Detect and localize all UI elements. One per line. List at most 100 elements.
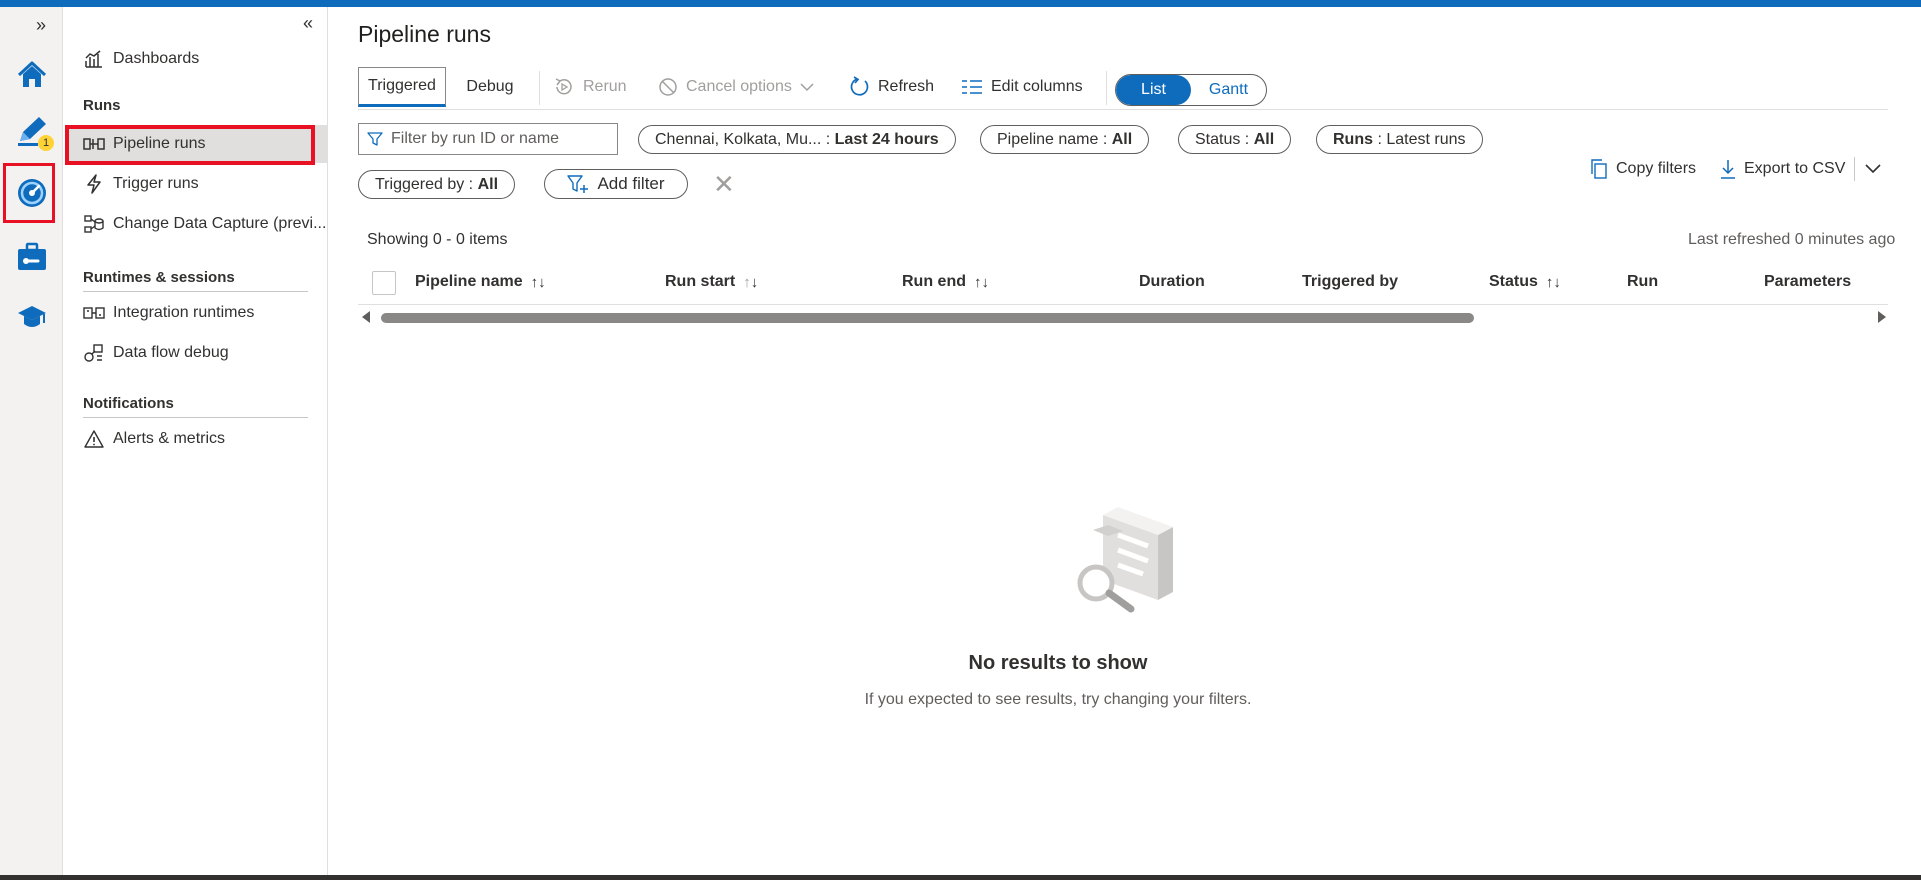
column-header-label: Run end [902,273,966,290]
nav-item-integration-runtimes[interactable]: Integration runtimes [83,296,254,330]
column-header-run-start[interactable]: Run start ↑↓ [665,273,758,291]
rerun-label: Rerun [583,78,627,95]
cancel-options-label: Cancel options [686,78,792,95]
rail-home-button[interactable] [8,51,56,99]
chevron-down-icon [800,83,814,92]
cancel-circle-icon [659,78,677,96]
toolbar-separator [1106,71,1107,105]
select-all-checkbox[interactable] [372,271,396,295]
refresh-button[interactable]: Refresh [848,69,934,105]
warning-triangle-icon [83,430,105,448]
column-header-label: Run start [665,273,736,290]
rerun-icon [555,78,572,95]
nav-divider [83,417,308,418]
bottom-bar [0,875,1921,880]
toolbar-divider [358,109,1888,110]
more-actions-chevron-down-icon[interactable] [1865,161,1881,179]
no-results-illustration-icon [1077,507,1173,613]
view-toggle: List Gantt [1115,74,1267,106]
nav-item-trigger-runs[interactable]: Trigger runs [83,167,199,201]
main-content: Pipeline runs Triggered Debug Rerun Canc… [328,7,1921,875]
column-header-status[interactable]: Status ↑↓ [1489,273,1561,291]
horizontal-scrollbar-thumb[interactable] [381,313,1474,323]
tab-debug[interactable]: Debug [450,67,530,107]
integration-runtime-icon [83,305,105,321]
copy-filters-label: Copy filters [1616,160,1697,177]
nav-item-label: Change Data Capture (previ... [113,215,327,232]
column-header-parameters[interactable]: Parameters [1764,273,1851,291]
export-csv-button[interactable]: Export to CSV [1720,155,1845,183]
home-icon [17,61,47,87]
page-title: Pipeline runs [358,21,491,47]
rerun-button[interactable]: Rerun [553,69,627,105]
edit-columns-label: Edit columns [991,78,1083,95]
view-list-option[interactable]: List [1116,75,1191,105]
triggered-by-filter-pill[interactable]: Triggered by : All [358,170,516,199]
nav-item-label: Alerts & metrics [113,430,226,447]
items-count: Showing 0 - 0 items [367,231,508,248]
nav-item-data-flow-debug[interactable]: Data flow debug [83,336,229,370]
data-flow-debug-icon [83,343,105,363]
pipeline-name-filter-pill[interactable]: Pipeline name : All [980,125,1150,154]
column-header-label: Pipeline name [415,273,523,290]
nav-item-label: Trigger runs [113,175,199,192]
sort-arrows-icon: ↑↓ [530,273,546,291]
column-header-label: Status [1489,273,1538,290]
column-header-duration[interactable]: Duration [1139,273,1205,291]
runs-filter-label: Runs [1333,130,1373,148]
export-csv-label: Export to CSV [1744,160,1846,177]
double-chevron-right-icon[interactable]: » [36,15,46,36]
sort-arrows-icon: ↑↓ [1545,273,1561,291]
pipeline-name-filter-value: All [1111,130,1133,148]
runs-filter-value: : Latest runs [1377,130,1466,148]
runs-filter-pill[interactable]: Runs : Latest runs [1316,125,1483,154]
column-header-pipeline-name[interactable]: Pipeline name ↑↓ [415,273,546,291]
double-chevron-left-icon[interactable]: « [303,13,313,34]
scroll-right-arrow-icon[interactable] [1878,311,1886,323]
monitor-nav-panel: « Dashboards Runs Pipeline runs Trigger … [63,7,328,875]
view-gantt-option[interactable]: Gantt [1191,75,1266,105]
copy-icon [1591,159,1607,179]
nav-section-runs: Runs [83,97,121,114]
tab-triggered[interactable]: Triggered [358,67,446,107]
status-filter-pill[interactable]: Status : All [1178,125,1292,154]
status-filter-value: All [1253,130,1275,148]
pipeline-runs-highlight-box [65,125,315,165]
edit-columns-button[interactable]: Edit columns [961,69,1083,105]
empty-state: No results to show If you expected to se… [758,652,1358,709]
cancel-options-button[interactable]: Cancel options [658,69,814,105]
edit-columns-icon [962,80,982,94]
column-header-run-end[interactable]: Run end ↑↓ [902,273,989,291]
nav-item-dashboards[interactable]: Dashboards [83,42,199,76]
pipeline-name-filter-label: Pipeline name : [997,130,1108,148]
rail-author-button[interactable]: 1 [8,107,56,155]
pending-changes-badge: 1 [38,135,54,151]
nav-section-runtimes: Runtimes & sessions [83,269,235,286]
dashboard-chart-icon [83,49,105,69]
copy-filters-button[interactable]: Copy filters [1590,155,1696,183]
last-refreshed: Last refreshed 0 minutes ago [1688,231,1896,248]
column-header-triggered-by[interactable]: Triggered by [1302,273,1398,291]
nav-item-change-data-capture[interactable]: Change Data Capture (previ... [83,207,326,241]
rail-learn-button[interactable] [8,293,56,341]
actions-separator [1854,157,1855,181]
nav-item-alerts-metrics[interactable]: Alerts & metrics [83,422,225,456]
sort-arrows-icon: ↑↓ [974,273,989,291]
refresh-label: Refresh [878,78,935,95]
nav-item-label: Dashboards [113,50,200,67]
download-icon [1721,160,1735,179]
search-input[interactable]: Filter by run ID or name [358,123,618,155]
nav-divider [83,291,308,292]
clear-filters-close-icon[interactable]: ✕ [713,171,735,197]
monitor-highlight-box [3,163,55,223]
nav-item-label: Data flow debug [113,344,229,361]
rail-manage-button[interactable] [8,233,56,281]
timezone-filter-pill[interactable]: Chennai, Kolkata, Mu... : Last 24 hours [638,125,956,154]
column-header-run[interactable]: Run [1627,273,1658,291]
learning-center-icon [18,306,46,327]
search-placeholder: Filter by run ID or name [391,130,560,147]
empty-subtitle: If you expected to see results, try chan… [864,691,1252,708]
refresh-icon [850,76,869,96]
scroll-left-arrow-icon[interactable] [362,311,370,323]
add-filter-button[interactable]: Add filter [544,169,688,199]
